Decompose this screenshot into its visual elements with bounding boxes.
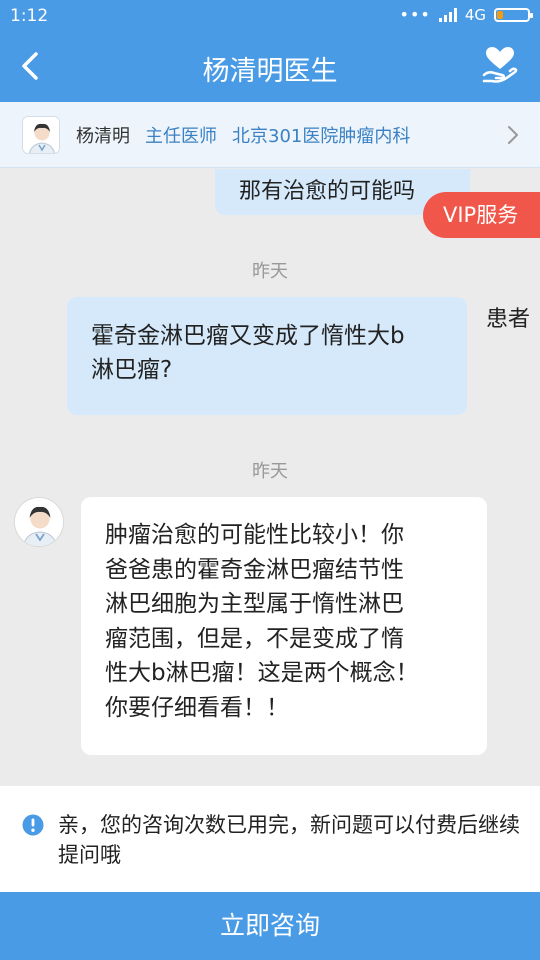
status-time: 1:12 xyxy=(10,6,49,26)
signal-icon xyxy=(438,7,457,22)
page-title: 杨清明医生 xyxy=(202,56,338,87)
notice-bar: 亲，您的咨询次数已用完，新问题可以付费后继续提问哦 xyxy=(0,786,540,892)
doctor-name: 杨清明 xyxy=(76,125,130,147)
care-button[interactable] xyxy=(482,45,518,85)
notice-text: 亲，您的咨询次数已用完，新问题可以付费后继续提问哦 xyxy=(58,813,520,867)
message-line: 爸爸患的霍奇金淋巴瘤结节性 xyxy=(105,556,404,583)
network-type: 4G xyxy=(464,5,486,24)
patient-message-bubble: 霍奇金淋巴瘤又变成了惰性大b 淋巴瘤? xyxy=(67,297,467,415)
message-line: 淋巴瘤? xyxy=(91,357,173,383)
battery-icon xyxy=(494,7,533,22)
patient-label: 患者 xyxy=(486,307,531,332)
doctor-info-bar[interactable]: 杨清明 主任医师 北京301医院肿瘤内科 xyxy=(0,102,540,168)
message-line: 性大b淋巴瘤！这是两个概念！ xyxy=(105,660,419,686)
chat-area[interactable]: 那有治愈的可能吗 VIP服务 昨天 霍奇金淋巴瘤又变成了惰性大b 淋巴瘤? 患者… xyxy=(0,169,540,786)
nav-bar: 杨清明医生 xyxy=(0,32,540,102)
chevron-right-icon xyxy=(508,126,518,144)
info-icon xyxy=(22,814,44,836)
consult-now-button[interactable]: 立即咨询 xyxy=(0,892,540,960)
more-dots-icon: ••• xyxy=(399,5,431,24)
doctor-avatar-icon xyxy=(15,498,63,546)
message-line: 淋巴细胞为主型属于惰性淋巴 xyxy=(105,591,404,617)
status-bar: 1:12 ••• 4G xyxy=(0,0,540,32)
doctor-chat-avatar[interactable] xyxy=(14,497,64,547)
doctor-avatar xyxy=(22,115,60,154)
doctor-avatar-icon xyxy=(23,116,59,153)
message-time: 昨天 xyxy=(252,261,288,282)
message-line: 你要仔细看看！！ xyxy=(105,694,289,721)
message-line: 瘤范围，但是，不是变成了惰 xyxy=(105,625,404,652)
message-time: 昨天 xyxy=(252,461,288,482)
vip-service-button[interactable]: VIP服务 xyxy=(423,192,540,238)
message-line: 肿瘤治愈的可能性比较小！你 xyxy=(105,522,404,548)
previous-message-text: 那有治愈的可能吗 xyxy=(239,179,416,204)
doctor-hospital: 北京301医院肿瘤内科 xyxy=(232,125,411,147)
battery-level xyxy=(497,10,503,19)
doctor-title: 主任医师 xyxy=(145,125,217,147)
status-indicators: ••• 4G xyxy=(399,5,533,24)
heart-hand-icon xyxy=(482,47,518,83)
doctor-message-bubble: 肿瘤治愈的可能性比较小！你 爸爸患的霍奇金淋巴瘤结节性 淋巴细胞为主型属于惰性淋… xyxy=(81,497,487,755)
message-line: 霍奇金淋巴瘤又变成了惰性大b xyxy=(91,323,405,349)
